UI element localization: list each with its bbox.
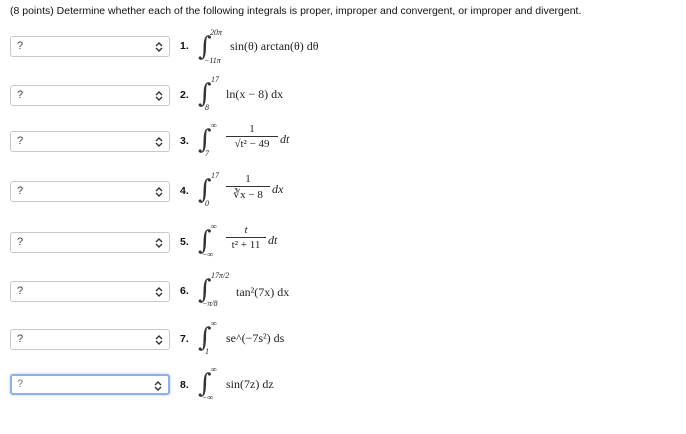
fraction-denominator: ∛x − 8: [233, 189, 263, 201]
lower-limit: 7: [205, 149, 209, 158]
integral-number: 4.: [180, 185, 189, 197]
chevron-up-down-icon: [155, 42, 163, 52]
answer-select-6[interactable]: ?: [10, 281, 170, 302]
upper-limit: ∞: [211, 222, 217, 231]
integral-row-6: ? 6. ∫ 17π/2 −π/8 tan²(7x) dx: [0, 271, 686, 311]
question-instruction: (8 points) Determine whether each of the…: [10, 5, 582, 17]
fraction-bar: [226, 136, 278, 137]
answer-select-value: ?: [17, 285, 24, 297]
integrand-fraction: t t² + 11: [226, 224, 266, 251]
answer-select-value: ?: [17, 378, 24, 390]
integral-row-8: ? 8. ∫ ∞ −∞ sin(7z) dz: [0, 365, 686, 405]
integral-number: 3.: [180, 135, 189, 147]
chevron-up-down-icon: [155, 187, 163, 197]
chevron-up-down-icon: [155, 137, 163, 147]
integral-number: 1.: [180, 40, 189, 52]
lower-limit: −11π: [204, 56, 221, 65]
upper-limit: 17π/2: [211, 271, 230, 280]
fraction-bar: [226, 186, 270, 187]
integral-number: 8.: [180, 379, 189, 391]
integral-row-1: ? 1. ∫ 20π −11π sin(θ) arctan(θ) dθ: [0, 26, 686, 66]
integrand-fraction: 1 √t² − 49: [226, 123, 278, 150]
answer-select-8[interactable]: ?: [10, 374, 170, 395]
chevron-up-down-icon: [155, 287, 163, 297]
differential: dx: [272, 182, 284, 196]
chevron-up-down-icon: [155, 335, 163, 345]
integral-row-3: ? 3. ∫ ∞ 7 1 √t² − 49 dt: [0, 121, 686, 161]
answer-select-3[interactable]: ?: [10, 131, 170, 152]
answer-select-7[interactable]: ?: [10, 329, 170, 350]
integrand: sin(7z) dz: [226, 377, 274, 391]
integral-row-2: ? 2. ∫ 17 8 ln(x − 8) dx: [0, 75, 686, 115]
answer-select-value: ?: [17, 236, 24, 248]
upper-limit: ∞: [211, 319, 217, 328]
lower-limit: 8: [205, 103, 209, 112]
fraction-numerator: t: [244, 224, 248, 236]
integral-row-4: ? 4. ∫ 17 0 1 ∛x − 8 dx: [0, 171, 686, 211]
differential: dt: [268, 233, 278, 247]
integral-number: 6.: [180, 285, 189, 297]
upper-limit: 20π: [210, 28, 223, 37]
lower-limit: −π/8: [202, 299, 218, 308]
answer-select-value: ?: [17, 333, 24, 345]
integrand: tan²(7x) dx: [236, 285, 290, 299]
integral-row-5: ? 5. ∫ ∞ −∞ t t² + 11 dt: [0, 222, 686, 262]
lower-limit: 0: [205, 199, 209, 208]
answer-select-4[interactable]: ?: [10, 181, 170, 202]
answer-select-5[interactable]: ?: [10, 232, 170, 253]
integrand-fraction: 1 ∛x − 8: [226, 173, 270, 201]
integral-number: 5.: [180, 236, 189, 248]
integral-number: 7.: [180, 333, 189, 345]
chevron-up-down-icon: [155, 238, 163, 248]
chevron-up-down-icon: [155, 91, 163, 101]
answer-select-2[interactable]: ?: [10, 85, 170, 106]
lower-limit: 1: [205, 347, 209, 356]
fraction-denominator: t² + 11: [231, 239, 261, 251]
lower-limit: −∞: [202, 250, 214, 259]
lower-limit: −∞: [202, 393, 214, 402]
answer-select-1[interactable]: ?: [10, 36, 170, 57]
answer-select-value: ?: [17, 135, 24, 147]
integral-number: 2.: [180, 89, 189, 101]
fraction-numerator: 1: [249, 123, 255, 135]
upper-limit: ∞: [211, 121, 217, 130]
answer-select-value: ?: [17, 185, 24, 197]
integral-row-7: ? 7. ∫ ∞ 1 se^(−7s²) ds: [0, 319, 686, 359]
integrand: sin(θ) arctan(θ) dθ: [230, 39, 319, 53]
chevron-up-down-icon: [154, 381, 162, 391]
answer-select-value: ?: [17, 40, 24, 52]
upper-limit: 17: [211, 171, 219, 180]
fraction-bar: [226, 237, 266, 238]
upper-limit: ∞: [211, 365, 217, 374]
fraction-denominator: √t² − 49: [234, 138, 270, 150]
answer-select-value: ?: [17, 89, 24, 101]
differential: dt: [280, 132, 290, 146]
upper-limit: 17: [211, 75, 219, 84]
fraction-numerator: 1: [245, 173, 251, 185]
integrand: ln(x − 8) dx: [226, 87, 284, 101]
integrand: se^(−7s²) ds: [226, 331, 285, 345]
